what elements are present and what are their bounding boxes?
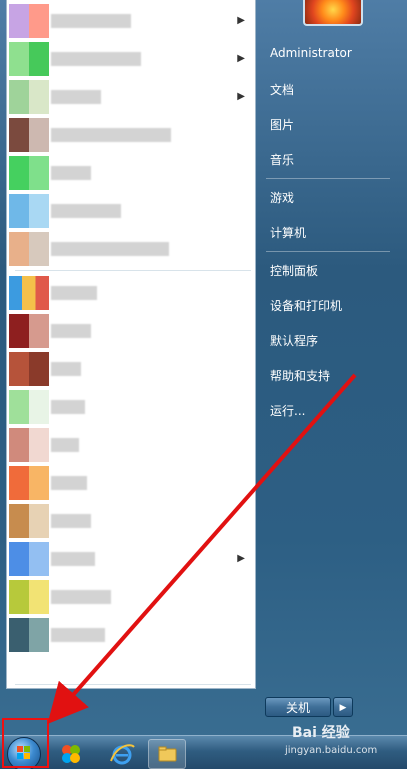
watermark-brand: Bai 经验	[292, 725, 350, 741]
annotation-arrow	[47, 373, 357, 725]
desktop: ▶ ▶ ▶ ▶ Administrator 文档 图片 音乐 游戏 计算机 控制…	[0, 0, 407, 769]
watermark-url: jingyan.baidu.com	[285, 745, 378, 756]
